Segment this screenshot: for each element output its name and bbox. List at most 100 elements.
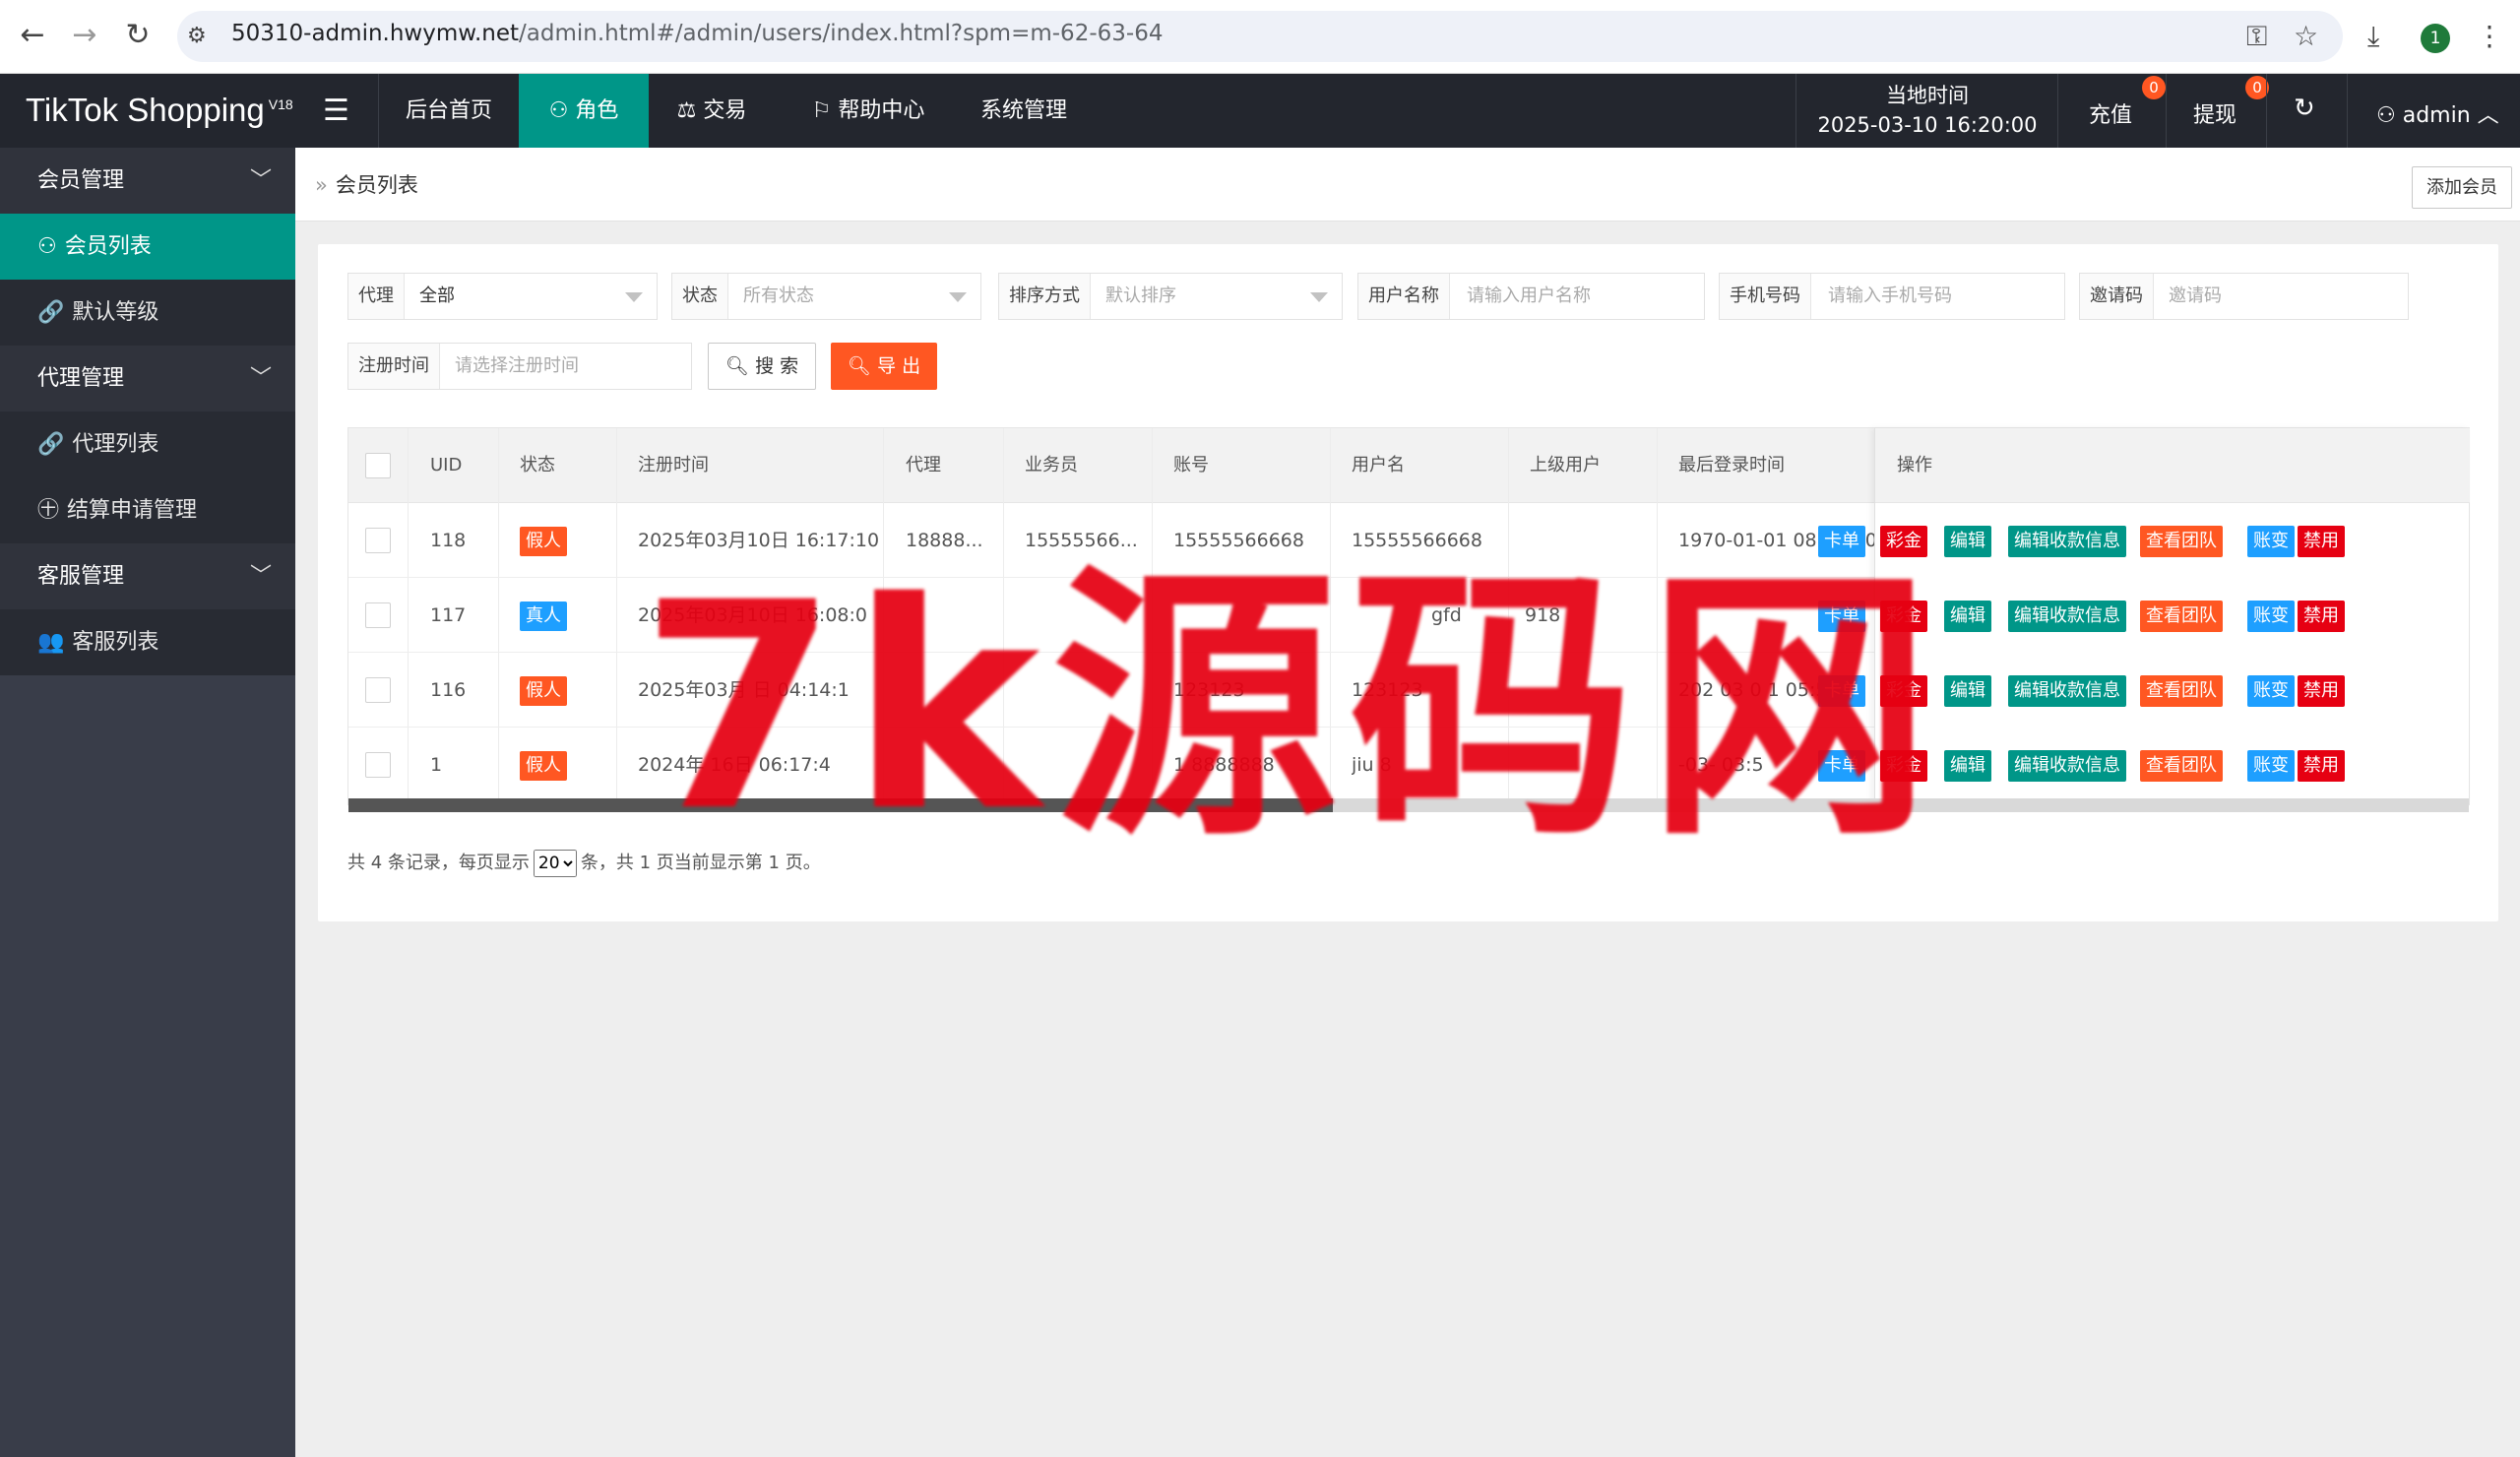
star-icon[interactable]: ☆ <box>2294 20 2318 52</box>
disable-button[interactable]: 禁用 <box>2298 675 2345 707</box>
edit-payment-button[interactable]: 编辑收款信息 <box>2008 526 2126 557</box>
sidebar-item-label: 默认等级 <box>72 300 159 325</box>
clock-value: 2025-03-10 16:20:00 <box>1817 113 2038 137</box>
reload-icon[interactable]: ↻ <box>120 18 156 53</box>
chevron-up-icon: ︿ <box>2470 103 2499 128</box>
status-label: 状态 <box>672 274 728 319</box>
double-chevron-icon: » <box>315 173 328 197</box>
recharge-label: 充值 <box>2089 103 2133 128</box>
view-team-button[interactable]: 查看团队 <box>2140 601 2223 632</box>
username-placeholder: 请输入用户名称 <box>1467 285 1591 306</box>
invite-label: 邀请码 <box>2080 274 2154 319</box>
invite-code-field[interactable]: 邀请码 邀请码 <box>2079 273 2409 320</box>
export-button-label: 导 出 <box>877 355 921 377</box>
phone-label: 手机号码 <box>1720 274 1811 319</box>
col-status: 状态 <box>520 455 555 475</box>
sidebar-group-label: 客服管理 <box>37 564 125 589</box>
back-icon[interactable]: ← <box>15 18 50 53</box>
row-checkbox[interactable] <box>365 528 391 553</box>
cell-status: 假人 <box>520 653 567 728</box>
edit-payment-button[interactable]: 编辑收款信息 <box>2008 675 2126 707</box>
more-icon[interactable]: ⋮ <box>2476 20 2503 52</box>
row-checkbox[interactable] <box>365 752 391 778</box>
sidebar-item-service-list[interactable]: 👥 客服列表 <box>0 609 295 675</box>
disable-button[interactable]: 禁用 <box>2298 750 2345 782</box>
account-change-button[interactable]: 账变 <box>2247 601 2295 632</box>
topnav-help-label: 帮助中心 <box>838 98 925 123</box>
cell-uid: 117 <box>430 604 467 626</box>
user-icon: ⚇ <box>37 234 57 259</box>
agent-label: 代理 <box>348 274 405 319</box>
search-button[interactable]: 🔍︎ 搜 索 <box>708 343 816 390</box>
topnav-trade[interactable]: ⚖ 交易 <box>654 74 770 148</box>
topnav-help[interactable]: ⚐ 帮助中心 <box>799 74 937 148</box>
view-team-button[interactable]: 查看团队 <box>2140 526 2223 557</box>
divider <box>2057 74 2058 148</box>
app-logo[interactable]: TikTok Shopping V18 <box>26 92 293 129</box>
phone-field[interactable]: 手机号码 请输入手机号码 <box>1719 273 2065 320</box>
menu-toggle-icon[interactable]: ☰ <box>323 94 349 128</box>
edit-button[interactable]: 编辑 <box>1944 675 1991 707</box>
forward-icon[interactable]: → <box>67 18 102 53</box>
search-icon: 🔍︎ <box>724 355 756 377</box>
account-change-button[interactable]: 账变 <box>2247 750 2295 782</box>
view-team-button[interactable]: 查看团队 <box>2140 750 2223 782</box>
topnav-roles[interactable]: ⚇ 角色 <box>519 74 649 148</box>
sidebar-item-agent-list[interactable]: 🔗 代理列表 <box>0 412 295 477</box>
view-team-button[interactable]: 查看团队 <box>2140 675 2223 707</box>
link-icon: 🔗 <box>37 432 65 457</box>
add-member-button[interactable]: 添加会员 <box>2412 166 2512 209</box>
topnav-system[interactable]: 系统管理 <box>970 74 1078 148</box>
cell-status: 假人 <box>520 503 567 578</box>
edit-button[interactable]: 编辑 <box>1944 601 1991 632</box>
disable-button[interactable]: 禁用 <box>2298 526 2345 557</box>
refresh-icon[interactable]: ↻ <box>2294 94 2315 123</box>
site-settings-icon[interactable]: ⚙ <box>187 24 213 49</box>
scale-icon: ⚖ <box>676 98 704 123</box>
row-checkbox[interactable] <box>365 602 391 628</box>
sidebar-group-agents[interactable]: 代理管理 ﹀ <box>0 346 295 412</box>
topnav-home[interactable]: 后台首页 <box>380 74 518 148</box>
status-placeholder: 所有状态 <box>743 285 814 306</box>
withdraw-button[interactable]: 提现 <box>2193 97 2236 129</box>
edit-button[interactable]: 编辑 <box>1944 750 1991 782</box>
url-text[interactable]: 50310-admin.hwymw.net/admin.html#/admin/… <box>231 21 1163 46</box>
sidebar-group-members[interactable]: 会员管理 ﹀ <box>0 148 295 214</box>
logo-version: V18 <box>268 96 293 112</box>
browser-toolbar: ← → ↻ ⚙ 50310-admin.hwymw.net/admin.html… <box>0 0 2520 74</box>
profile-avatar[interactable]: 1 <box>2421 24 2450 53</box>
sidebar-item-default-level[interactable]: 🔗 默认等级 <box>0 280 295 346</box>
key-icon[interactable]: ⚿ <box>2246 20 2267 53</box>
search-icon: 🔍︎ <box>847 355 878 377</box>
sidebar-item-settlement[interactable]: ㊉结算申请管理 <box>0 477 295 543</box>
page-size-select[interactable]: 20 <box>533 850 577 877</box>
export-button[interactable]: 🔍︎ 导 出 <box>831 343 937 390</box>
caret-down-icon <box>625 292 643 302</box>
sidebar-group-label: 会员管理 <box>37 168 125 193</box>
sort-select[interactable]: 排序方式 默认排序 <box>998 273 1343 320</box>
user-menu[interactable]: ⚇ admin ︿ <box>2376 97 2499 129</box>
disable-button[interactable]: 禁用 <box>2298 601 2345 632</box>
agent-select[interactable]: 代理 全部 <box>347 273 658 320</box>
status-badge: 假人 <box>520 750 567 781</box>
sidebar-item-member-list[interactable]: ⚇ 会员列表 <box>0 214 295 280</box>
account-change-button[interactable]: 账变 <box>2247 675 2295 707</box>
row-checkbox[interactable] <box>365 677 391 703</box>
username-field[interactable]: 用户名称 请输入用户名称 <box>1357 273 1705 320</box>
sidebar-group-service[interactable]: 客服管理 ﹀ <box>0 543 295 609</box>
chevron-down-icon: ﹀ <box>249 366 272 391</box>
download-icon[interactable]: ⤓ <box>2367 20 2379 53</box>
status-select[interactable]: 状态 所有状态 <box>671 273 981 320</box>
regtime-field[interactable]: 注册时间 请选择注册时间 <box>347 343 692 390</box>
edit-payment-button[interactable]: 编辑收款信息 <box>2008 601 2126 632</box>
pager-prefix: 共 4 条记录，每页显示 <box>347 853 530 873</box>
cell-uid: 1 <box>430 754 443 776</box>
select-all-checkbox[interactable] <box>365 453 391 478</box>
recharge-button[interactable]: 充值 <box>2089 97 2132 129</box>
col-regtime: 注册时间 <box>638 455 709 475</box>
divider <box>2347 74 2348 148</box>
edit-button[interactable]: 编辑 <box>1944 526 1991 557</box>
account-change-button[interactable]: 账变 <box>2247 526 2295 557</box>
edit-payment-button[interactable]: 编辑收款信息 <box>2008 750 2126 782</box>
app-header: TikTok Shopping V18 ☰ 后台首页 ⚇ 角色 ⚖ 交易 ⚐ 帮助… <box>0 74 2520 148</box>
